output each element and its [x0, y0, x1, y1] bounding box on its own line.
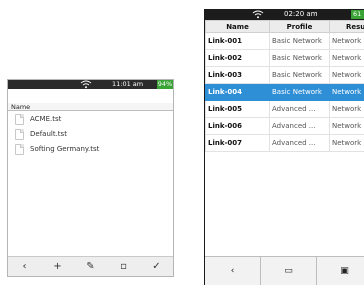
table-header-row: Name Profile Result [205, 20, 364, 33]
cell-profile: Basic Network [269, 83, 330, 101]
cell-profile: Advanced ... [269, 134, 330, 152]
back-button[interactable]: ‹ [8, 257, 41, 276]
bottom-toolbar: ‹ ▭ ▣ [205, 256, 364, 285]
column-header-name[interactable]: Name [205, 20, 270, 33]
status-time: 11:01 am [112, 80, 144, 88]
right-device-screen: 02:20 am 61 Name Profile Result Link-001… [204, 9, 364, 285]
cell-result: Network [329, 49, 364, 67]
wifi-icon [252, 10, 264, 19]
cell-profile: Basic Network [269, 32, 330, 50]
cell-result: Network [329, 117, 364, 135]
save-button[interactable]: ▣ [317, 257, 364, 285]
cell-profile: Basic Network [269, 49, 330, 67]
table-row[interactable]: Link-007 Advanced ... Network [205, 134, 364, 152]
cell-name: Link-005 [205, 100, 270, 118]
back-button[interactable]: ‹ [205, 257, 261, 285]
table-row[interactable]: Link-002 Basic Network Network [205, 49, 364, 67]
trash-icon: ▫ [120, 261, 127, 272]
title-area [8, 89, 173, 104]
back-icon: ‹ [22, 261, 27, 272]
back-icon: ‹ [230, 266, 235, 276]
cell-name: Link-007 [205, 134, 270, 152]
cell-result: Network [329, 134, 364, 152]
wifi-icon [80, 80, 92, 89]
file-name: Default.tst [30, 130, 67, 138]
cell-name: Link-002 [205, 49, 270, 67]
cell-name: Link-004 [205, 83, 270, 101]
status-bar: 02:20 am 61 [205, 9, 364, 20]
cell-profile: Basic Network [269, 66, 330, 84]
folder-icon: ▭ [284, 266, 293, 276]
status-time: 02:20 am [284, 10, 318, 18]
cell-result: Network [329, 32, 364, 50]
file-icon [15, 114, 24, 125]
file-list-item[interactable]: ACME.tst [8, 112, 173, 127]
table-row[interactable]: Link-001 Basic Network Network [205, 32, 364, 50]
file-icon [15, 144, 24, 155]
add-icon: + [53, 261, 62, 272]
battery-indicator: 61 [351, 10, 364, 19]
cell-name: Link-003 [205, 66, 270, 84]
file-icon [15, 129, 24, 140]
status-bar: 11:01 am 94% [8, 80, 173, 89]
trash-button[interactable]: ▫ [107, 257, 140, 276]
file-list-item[interactable]: Default.tst [8, 127, 173, 142]
cell-name: Link-001 [205, 32, 270, 50]
file-name: ACME.tst [30, 115, 62, 123]
check-icon: ✓ [152, 261, 161, 272]
column-header-name[interactable]: Name [8, 103, 173, 111]
left-device-screen: 11:01 am 94% Name ACME.tst Default.tst Sof… [7, 79, 174, 277]
table-row[interactable]: Link-004 Basic Network Network [205, 83, 364, 101]
cell-profile: Advanced ... [269, 117, 330, 135]
cell-result: Network [329, 83, 364, 101]
table-row[interactable]: Link-005 Advanced ... Network [205, 100, 364, 118]
column-header-result[interactable]: Result [329, 20, 364, 33]
bottom-toolbar: ‹ + ✎ ▫ ✓ [8, 256, 173, 276]
table-row[interactable]: Link-006 Advanced ... Network [205, 117, 364, 135]
column-header-profile[interactable]: Profile [269, 20, 330, 33]
cell-name: Link-006 [205, 117, 270, 135]
check-button[interactable]: ✓ [140, 257, 173, 276]
file-list: ACME.tst Default.tst Softing Germany.tst [8, 112, 173, 157]
folder-button[interactable]: ▭ [261, 257, 317, 285]
table-row[interactable]: Link-003 Basic Network Network [205, 66, 364, 84]
add-button[interactable]: + [41, 257, 74, 276]
battery-indicator: 94% [157, 80, 173, 89]
links-table: Name Profile Result Link-001Basic Networ… [205, 20, 364, 152]
pencil-button[interactable]: ✎ [74, 257, 107, 276]
cell-result: Network [329, 66, 364, 84]
pencil-icon: ✎ [86, 261, 95, 272]
file-name: Softing Germany.tst [30, 145, 100, 153]
file-list-item[interactable]: Softing Germany.tst [8, 142, 173, 157]
save-icon: ▣ [340, 266, 349, 276]
cell-profile: Advanced ... [269, 100, 330, 118]
cell-result: Network [329, 100, 364, 118]
